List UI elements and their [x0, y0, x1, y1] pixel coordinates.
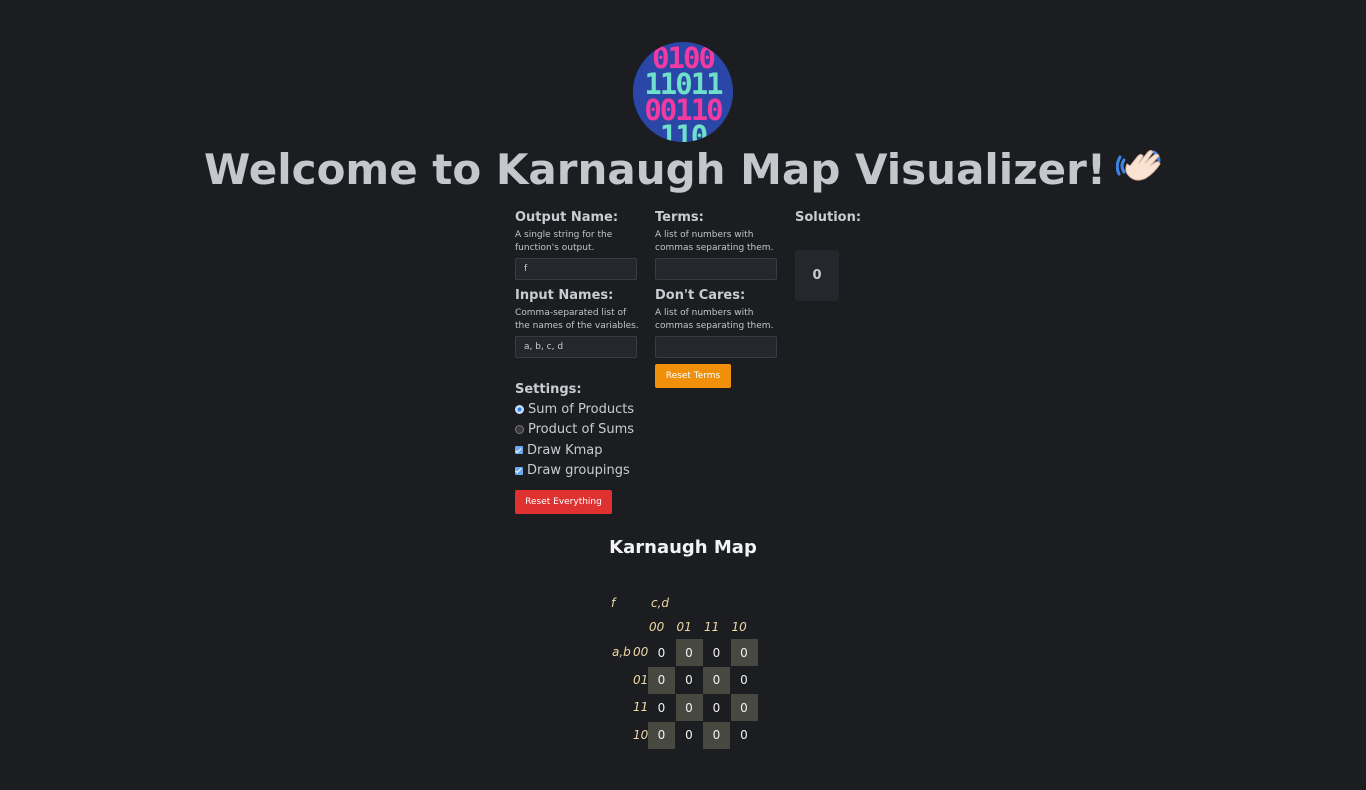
solution-value: 0 [812, 268, 822, 283]
kmap-cell: 0 [675, 639, 703, 666]
kmap-row-header: 01 [633, 672, 649, 687]
dont-cares-hint: A list of numbers with commas separating… [655, 308, 774, 331]
kmap-col-header: 01 [676, 620, 692, 634]
product-of-sums-option[interactable]: Product of Sums [515, 420, 634, 441]
kmap-cell: 0 [675, 694, 703, 721]
page-title: Welcome to Karnaugh Map Visualizer! [0, 145, 1366, 200]
draw-kmap-option[interactable]: Draw Kmap [515, 440, 634, 461]
terms-group: Terms: A list of numbers with commas sep… [655, 210, 780, 280]
kmap-row-header: 11 [633, 700, 649, 714]
draw-groupings-option[interactable]: Draw groupings [515, 461, 634, 482]
draw-kmap-label: Draw Kmap [527, 442, 603, 458]
kmap-cell: 0 [740, 673, 748, 687]
sum-of-products-radio[interactable] [515, 404, 524, 414]
kmap-row-vars: a,b [612, 645, 631, 659]
kmap-title: Karnaugh Map [609, 537, 757, 558]
input-names-input[interactable] [515, 336, 637, 358]
product-of-sums-label: Product of Sums [528, 422, 635, 438]
settings-group: Settings: Sum of Products Product of Sum… [515, 382, 634, 481]
kmap-cell: 0 [648, 721, 675, 749]
output-name-group: Output Name: A single string for the fun… [515, 210, 640, 280]
kmap-row-header: 10 [633, 727, 649, 742]
svg-text:110: 110 [660, 119, 707, 142]
dont-cares-label: Don't Cares: [655, 288, 746, 303]
sum-of-products-label: Sum of Products [528, 401, 635, 417]
output-name-label: Output Name: [515, 210, 619, 225]
kmap-cell: 0 [740, 728, 748, 742]
draw-groupings-label: Draw groupings [527, 463, 630, 479]
input-names-group: Input Names: Comma-separated list of the… [515, 288, 640, 358]
kmap-column-vars: c,d [651, 596, 670, 610]
dont-cares-input[interactable] [655, 336, 777, 358]
logo-avatar: 0100 11011 00110 110 [633, 42, 733, 142]
kmap-function-name: f [611, 596, 616, 610]
kmap-cell: 0 [712, 700, 721, 715]
input-names-label: Input Names: [515, 288, 614, 303]
reset-everything-button[interactable]: Reset Everything [515, 490, 612, 514]
page-title-text: Welcome to Karnaugh Map Visualizer! [203, 145, 1107, 194]
kmap-col-header: 00 [649, 620, 665, 634]
solution-label: Solution: [795, 210, 862, 225]
output-name-input[interactable] [515, 258, 637, 280]
kmap-cell: 0 [657, 645, 666, 660]
kmap-col-header: 10 [731, 620, 747, 634]
kmap-cell: 0 [730, 694, 758, 721]
kmap-cell: 0 [703, 666, 730, 694]
product-of-sums-radio[interactable] [515, 425, 524, 435]
output-name-hint: A single string for the function's outpu… [515, 230, 613, 253]
dont-cares-group: Don't Cares: A list of numbers with comm… [655, 288, 780, 358]
sum-of-products-option[interactable]: Sum of Products [515, 399, 634, 420]
kmap-col-header: 11 [704, 620, 720, 634]
input-names-hint: Comma-separated list of the names of the… [515, 308, 639, 331]
kmap-cell: 0 [712, 645, 721, 660]
kmap-cell: 0 [730, 639, 758, 666]
terms-input[interactable] [655, 258, 777, 280]
binary-digits-icon: 0100 11011 00110 110 [633, 42, 733, 142]
terms-label: Terms: [655, 210, 704, 225]
kmap-cell: 0 [648, 666, 675, 694]
kmap-row-header: 00 [633, 645, 649, 659]
draw-groupings-checkbox[interactable] [515, 466, 523, 475]
draw-kmap-checkbox[interactable] [515, 446, 523, 455]
solution-output: 0 [795, 250, 839, 301]
kmap-cell: 0 [703, 721, 730, 749]
kmap-cell: 0 [685, 728, 693, 742]
kmap-cell: 0 [657, 700, 666, 715]
settings-label: Settings: [515, 382, 582, 397]
kmap-cell: 0 [685, 673, 693, 687]
terms-hint: A list of numbers with commas separating… [655, 230, 774, 253]
waving-hand-icon [1115, 146, 1162, 200]
reset-terms-button[interactable]: Reset Terms [655, 364, 731, 388]
